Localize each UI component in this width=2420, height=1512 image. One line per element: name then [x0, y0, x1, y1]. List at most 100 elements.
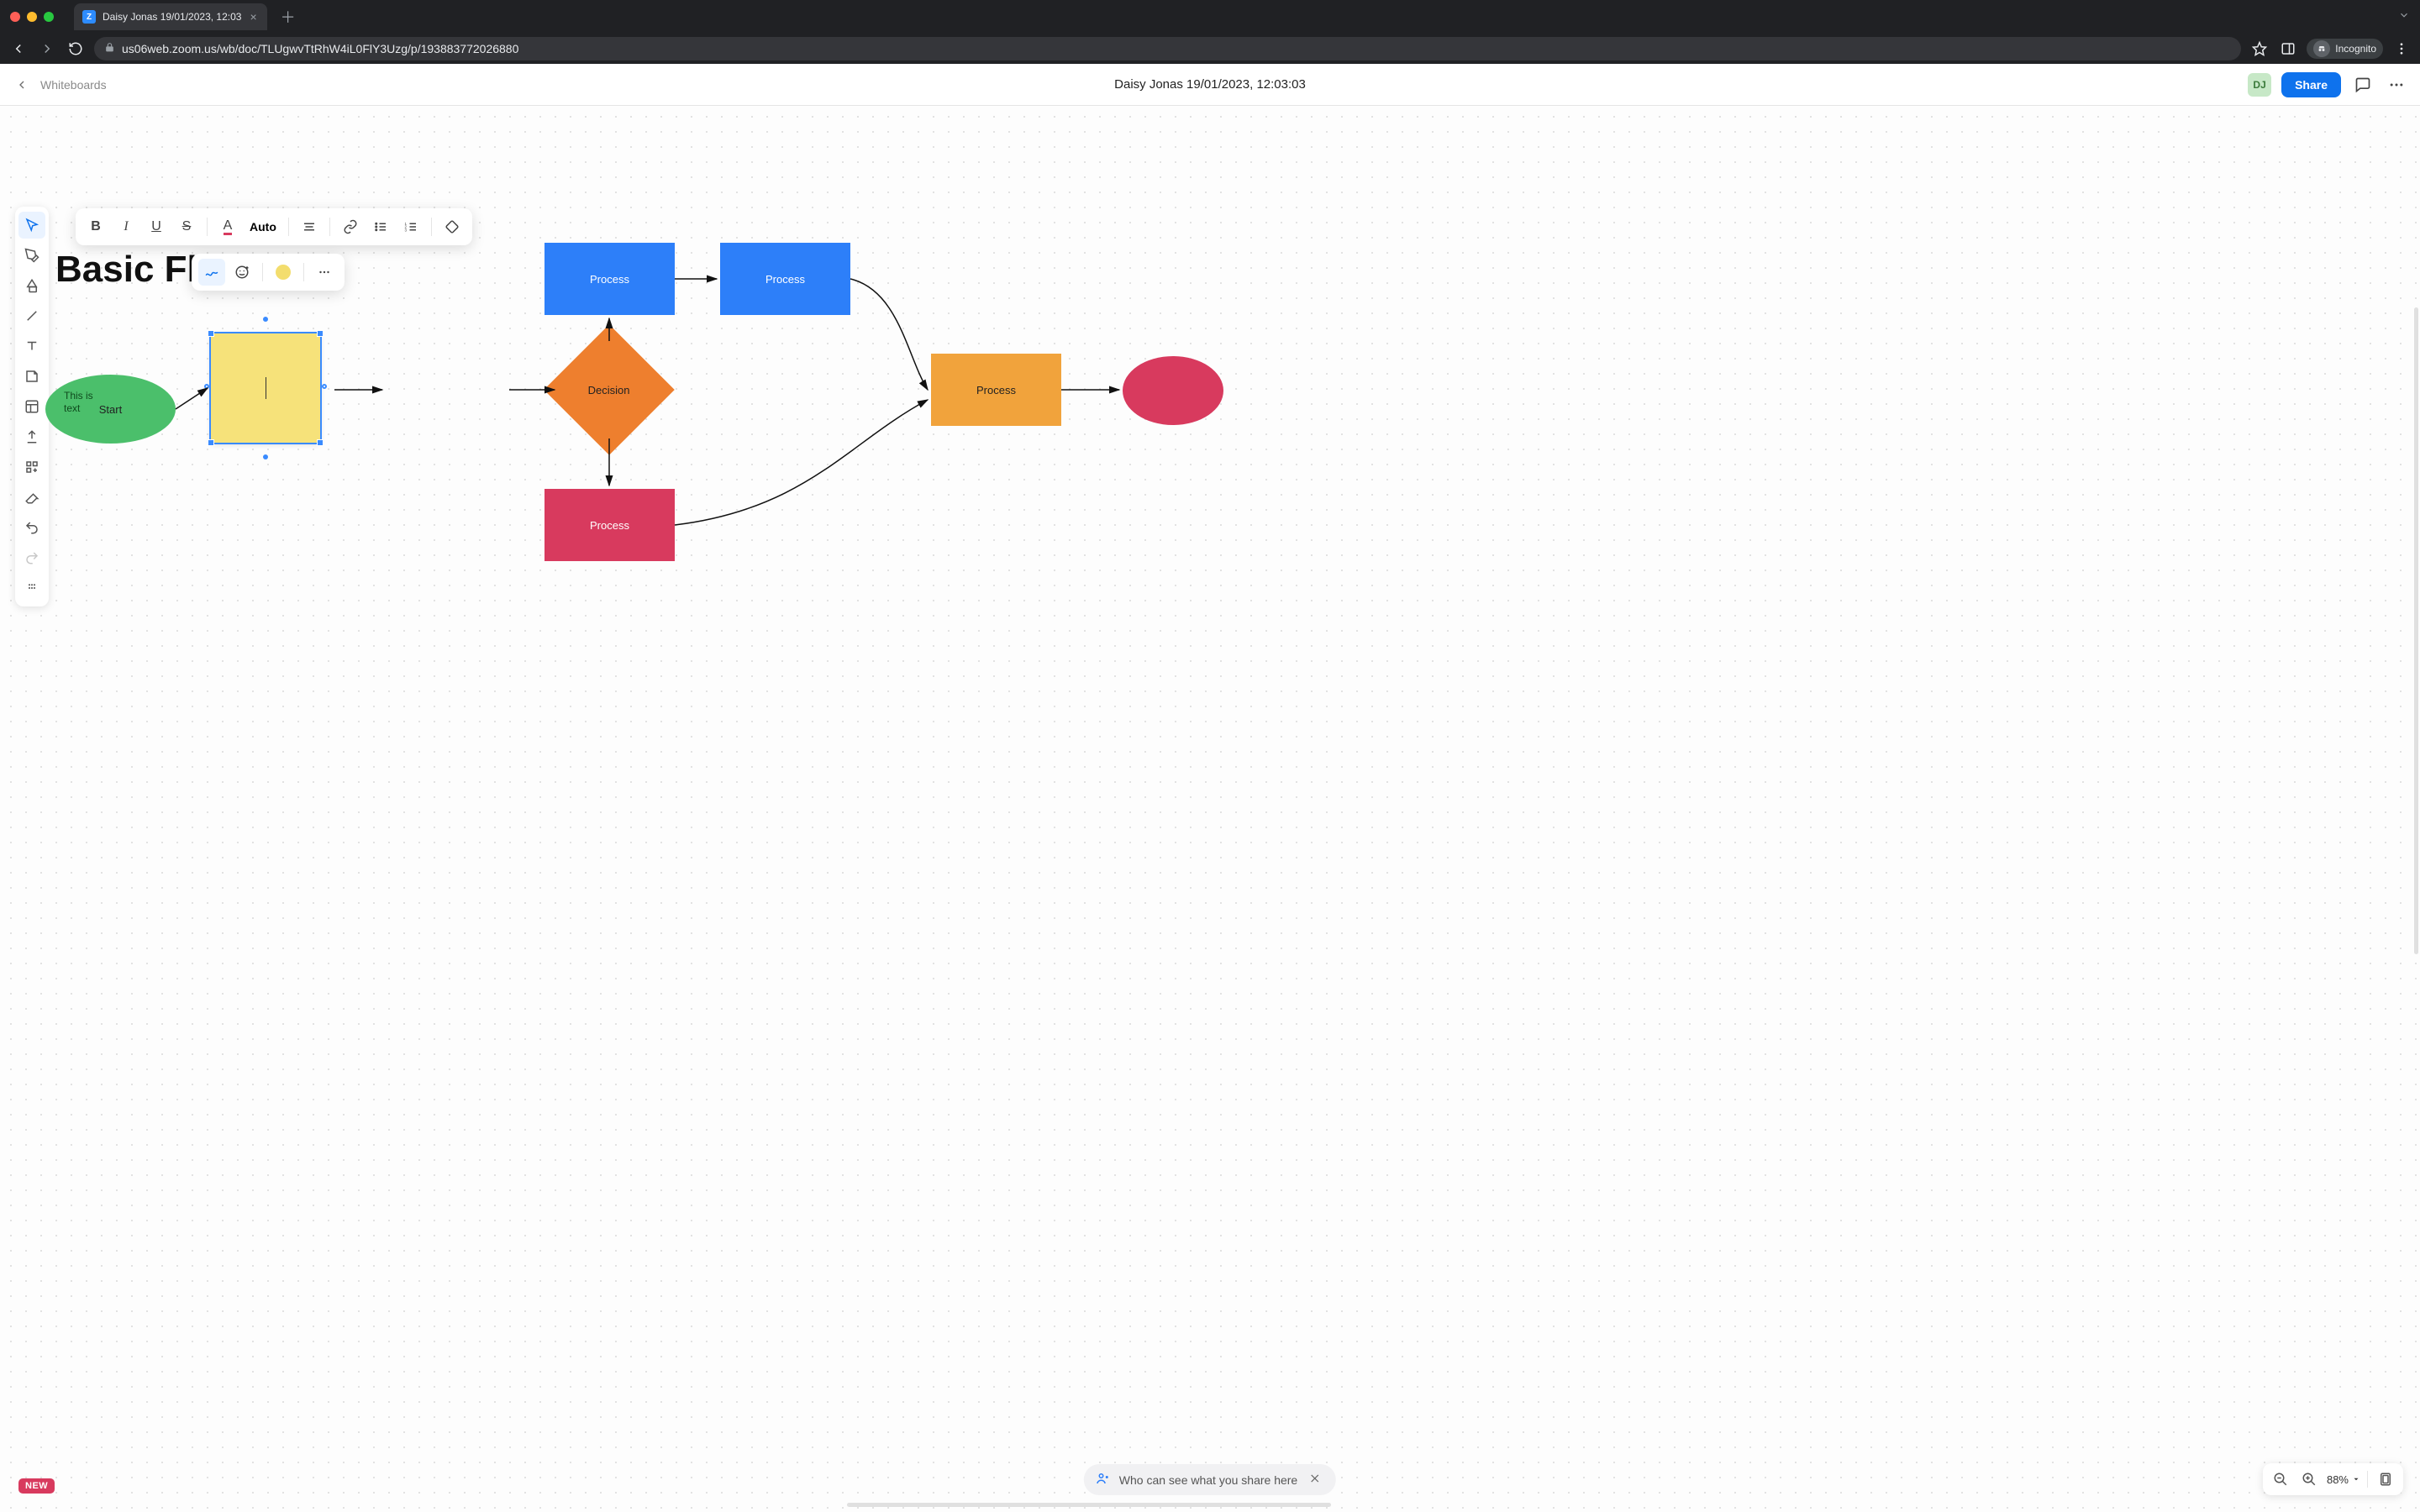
more-menu-icon[interactable] — [2385, 73, 2408, 97]
zoom-out-icon[interactable] — [2270, 1468, 2291, 1490]
browser-chrome: Z Daisy Jonas 19/01/2023, 12:03 × ＋ us06… — [0, 0, 2420, 64]
window-close-dot[interactable] — [10, 12, 20, 22]
horizontal-scrollbar[interactable] — [847, 1503, 1331, 1507]
side-panel-icon[interactable] — [2278, 39, 2298, 59]
canvas-title[interactable]: Basic Fl — [55, 249, 197, 291]
svg-text:3: 3 — [404, 228, 407, 232]
incognito-icon — [2313, 40, 2330, 57]
new-badge[interactable]: NEW — [18, 1478, 55, 1494]
document-title[interactable]: Daisy Jonas 19/01/2023, 12:03:03 — [1114, 77, 1306, 92]
label: Process — [590, 273, 629, 286]
select-tool-icon[interactable] — [18, 212, 45, 239]
toolbar-separator — [329, 218, 330, 236]
label: Process — [765, 273, 805, 286]
label: Process — [976, 384, 1016, 396]
connector-dot-left[interactable] — [204, 384, 209, 389]
browser-tab[interactable]: Z Daisy Jonas 19/01/2023, 12:03 × — [74, 3, 267, 30]
incognito-label: Incognito — [2335, 43, 2376, 55]
label: Decision — [588, 383, 630, 396]
process-pink[interactable]: Process — [544, 489, 675, 561]
toolbar-separator — [431, 218, 432, 236]
resize-handle-tr[interactable] — [317, 330, 324, 337]
lock-icon — [104, 42, 115, 55]
sticky-more-icon[interactable] — [311, 259, 338, 286]
text-tool-icon[interactable] — [18, 333, 45, 360]
privacy-close-icon[interactable] — [1306, 1471, 1324, 1488]
drag-handle-icon[interactable] — [18, 575, 45, 601]
toolbar-separator — [262, 263, 263, 281]
share-button[interactable]: Share — [2281, 72, 2341, 97]
omnibox[interactable]: us06web.zoom.us/wb/doc/TLUgwvTtRhW4iL0Fl… — [94, 37, 2241, 60]
sticky-note-selected[interactable] — [211, 333, 320, 443]
process-blue-1[interactable]: Process — [544, 243, 675, 315]
window-minimize-dot[interactable] — [27, 12, 37, 22]
back-chevron-icon[interactable] — [12, 75, 32, 95]
text-color-button[interactable]: A — [214, 213, 241, 240]
canvas[interactable] — [0, 106, 2420, 1512]
italic-button[interactable]: I — [113, 213, 139, 240]
resize-handle-tl[interactable] — [208, 330, 214, 337]
tabs-overflow-chevron-icon[interactable] — [2398, 9, 2410, 25]
breadcrumb[interactable]: Whiteboards — [40, 78, 107, 92]
zoom-level[interactable]: 88% — [2327, 1473, 2360, 1486]
process-blue-2[interactable]: Process — [720, 243, 850, 315]
toolbar-separator — [303, 263, 304, 281]
privacy-people-icon — [1096, 1471, 1111, 1488]
underline-button[interactable]: U — [143, 213, 170, 240]
zoom-control: 88% — [2263, 1463, 2403, 1495]
incognito-pill[interactable]: Incognito — [2307, 39, 2383, 59]
undo-icon[interactable] — [18, 514, 45, 541]
bold-button[interactable]: B — [82, 213, 109, 240]
connector-dot-top[interactable] — [263, 317, 268, 322]
nav-back-icon[interactable] — [8, 39, 29, 59]
bulleted-list-button[interactable] — [367, 213, 394, 240]
url-text: us06web.zoom.us/wb/doc/TLUgwvTtRhW4iL0Fl… — [122, 42, 518, 55]
nav-reload-icon[interactable] — [66, 39, 86, 59]
fit-page-icon[interactable] — [2375, 1468, 2396, 1490]
sticky-color-swatch[interactable] — [270, 259, 297, 286]
sticky-tool-icon[interactable] — [18, 363, 45, 390]
separator — [2367, 1471, 2368, 1488]
align-button[interactable] — [296, 213, 323, 240]
resize-handle-br[interactable] — [317, 439, 324, 446]
sticky-toolbar — [192, 254, 345, 291]
shape-style-button[interactable] — [439, 213, 466, 240]
browser-menu-icon[interactable] — [2391, 39, 2412, 59]
shapes-tool-icon[interactable] — [18, 272, 45, 299]
upload-tool-icon[interactable] — [18, 423, 45, 450]
start-label: Start — [99, 403, 122, 416]
line-tool-icon[interactable] — [18, 302, 45, 329]
more-apps-tool-icon[interactable] — [18, 454, 45, 480]
privacy-banner: Who can see what you share here — [1084, 1464, 1336, 1495]
title-bar: Z Daisy Jonas 19/01/2023, 12:03 × ＋ — [0, 0, 2420, 34]
connector-dot-bottom[interactable] — [263, 454, 268, 459]
link-button[interactable] — [337, 213, 364, 240]
templates-tool-icon[interactable] — [18, 393, 45, 420]
window-zoom-dot[interactable] — [44, 12, 54, 22]
text-toolbar: B I U S A Auto 123 — [76, 208, 472, 245]
font-size-auto[interactable]: Auto — [245, 220, 281, 234]
pen-tool-icon[interactable] — [18, 242, 45, 269]
zoom-in-icon[interactable] — [2298, 1468, 2320, 1490]
connector-dot-right[interactable] — [322, 384, 327, 389]
avatar[interactable]: DJ — [2248, 73, 2271, 97]
new-tab-button[interactable]: ＋ — [274, 6, 302, 28]
process-amber[interactable]: Process — [931, 354, 1061, 426]
numbered-list-button[interactable]: 123 — [397, 213, 424, 240]
zoom-favicon: Z — [82, 10, 96, 24]
emoji-icon[interactable] — [229, 259, 255, 286]
nav-forward-icon — [37, 39, 57, 59]
vertical-scrollbar[interactable] — [2414, 307, 2418, 954]
eraser-tool-icon[interactable] — [18, 484, 45, 511]
strikethrough-button[interactable]: S — [173, 213, 200, 240]
window-controls — [10, 12, 54, 22]
address-bar: us06web.zoom.us/wb/doc/TLUgwvTtRhW4iL0Fl… — [0, 34, 2420, 64]
comments-icon[interactable] — [2351, 73, 2375, 97]
bookmark-star-icon[interactable] — [2249, 39, 2270, 59]
resize-handle-bl[interactable] — [208, 439, 214, 446]
privacy-text[interactable]: Who can see what you share here — [1119, 1473, 1297, 1487]
end-oval-partial[interactable] — [1123, 356, 1223, 425]
tab-close-icon[interactable]: × — [248, 10, 258, 24]
draw-on-sticky-icon[interactable] — [198, 259, 225, 286]
toolbar-separator — [207, 218, 208, 236]
